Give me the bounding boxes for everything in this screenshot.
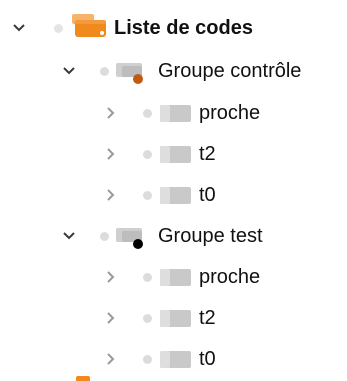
tree-code-row[interactable]: t0 (0, 342, 347, 376)
status-dot (143, 150, 152, 159)
tree-code-row[interactable]: proche (0, 260, 347, 294)
tree-group-label: Groupe contrôle (158, 60, 302, 82)
tree-root-label: Liste de codes (114, 17, 253, 39)
code-group-icon (116, 63, 143, 84)
code-tree: Liste de codes Groupe contrôle proche t2… (0, 0, 347, 381)
tree-group-label: Groupe test (158, 225, 263, 247)
code-group-icon (116, 228, 143, 249)
status-dot (143, 273, 152, 282)
chevron-right-icon[interactable] (104, 270, 118, 284)
tree-code-row[interactable]: proche (0, 96, 347, 130)
chevron-right-icon[interactable] (104, 311, 118, 325)
tree-code-row[interactable]: t0 (0, 178, 347, 212)
tree-group-row[interactable]: Groupe test (0, 219, 347, 253)
tree-group-row[interactable]: Groupe contrôle (0, 54, 347, 88)
chevron-right-icon[interactable] (104, 106, 118, 120)
next-code-list-icon (76, 376, 90, 381)
chevron-down-icon[interactable] (12, 21, 26, 35)
status-dot (54, 24, 63, 33)
status-dot (100, 67, 109, 76)
code-icon (160, 351, 191, 368)
chevron-right-icon[interactable] (104, 147, 118, 161)
status-dot (143, 314, 152, 323)
tree-code-label: proche (199, 102, 261, 124)
code-icon (160, 187, 191, 204)
tree-code-label: proche (199, 266, 261, 288)
code-icon (160, 269, 191, 286)
code-icon (160, 146, 191, 163)
tree-code-label: t0 (199, 184, 216, 206)
status-dot (143, 355, 152, 364)
tree-code-label: t0 (199, 348, 216, 370)
code-icon (160, 310, 191, 327)
tree-code-label: t2 (199, 143, 216, 165)
chevron-right-icon[interactable] (104, 352, 118, 366)
code-list-icon (72, 14, 106, 37)
status-dot (143, 109, 152, 118)
status-dot (100, 232, 109, 241)
chevron-down-icon[interactable] (62, 229, 76, 243)
chevron-right-icon[interactable] (104, 188, 118, 202)
tree-root-row[interactable]: Liste de codes (0, 11, 347, 45)
chevron-down-icon[interactable] (62, 64, 76, 78)
tree-code-label: t2 (199, 307, 216, 329)
code-icon (160, 105, 191, 122)
tree-code-row[interactable]: t2 (0, 301, 347, 335)
status-dot (143, 191, 152, 200)
tree-code-row[interactable]: t2 (0, 137, 347, 171)
